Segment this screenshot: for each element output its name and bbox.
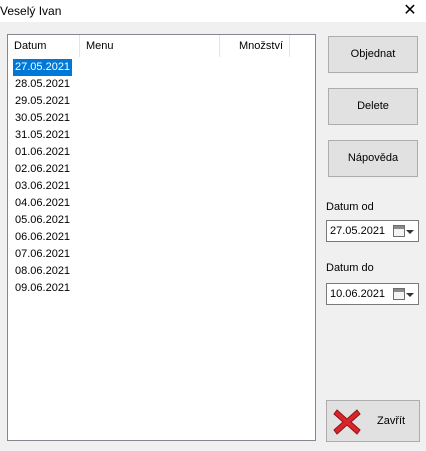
list-item-date: 08.06.2021 bbox=[15, 265, 71, 277]
chevron-down-icon[interactable] bbox=[406, 230, 414, 234]
close-app-label: Zavřít bbox=[377, 415, 406, 427]
calendar-icon[interactable] bbox=[393, 288, 405, 300]
list-item-date: 02.06.2021 bbox=[15, 163, 71, 175]
date-to-value: 10.06.2021 bbox=[330, 288, 386, 300]
help-button[interactable]: Nápověda bbox=[328, 140, 418, 177]
calendar-icon[interactable] bbox=[393, 225, 405, 237]
date-from-label: Datum od bbox=[326, 201, 374, 213]
date-from-value: 27.05.2021 bbox=[330, 225, 386, 237]
list-item-date: 31.05.2021 bbox=[15, 129, 71, 141]
red-x-icon bbox=[333, 409, 361, 435]
list-item[interactable]: 07.06.2021 bbox=[8, 246, 315, 263]
orders-listview[interactable]: Datum Menu Množství 27.05.2021 28.05.2021… bbox=[7, 34, 316, 441]
date-to-label: Datum do bbox=[326, 262, 374, 274]
list-item[interactable]: 08.06.2021 bbox=[8, 263, 315, 280]
client-area: Datum Menu Množství 27.05.2021 28.05.2021… bbox=[0, 22, 426, 451]
window-title: Veselý Ivan bbox=[0, 4, 62, 18]
date-from-picker[interactable]: 27.05.2021 bbox=[326, 220, 419, 242]
list-item[interactable]: 04.06.2021 bbox=[8, 195, 315, 212]
close-app-button[interactable]: Zavřít bbox=[326, 400, 420, 442]
list-item[interactable]: 29.05.2021 bbox=[8, 93, 315, 110]
list-item[interactable]: 28.05.2021 bbox=[8, 76, 315, 93]
title-bar: Veselý Ivan ✕ bbox=[0, 0, 426, 22]
delete-button[interactable]: Delete bbox=[328, 88, 418, 125]
window-close-button[interactable]: ✕ bbox=[394, 0, 426, 22]
list-item[interactable]: 02.06.2021 bbox=[8, 161, 315, 178]
list-item[interactable]: 03.06.2021 bbox=[8, 178, 315, 195]
list-item-date: 27.05.2021 bbox=[13, 59, 73, 76]
list-item-date: 28.05.2021 bbox=[15, 78, 71, 90]
list-header: Datum Menu Množství bbox=[8, 35, 315, 57]
column-header-datum[interactable]: Datum bbox=[8, 35, 80, 57]
list-item[interactable]: 06.06.2021 bbox=[8, 229, 315, 246]
column-header-menu[interactable]: Menu bbox=[80, 35, 220, 57]
list-item[interactable]: 09.06.2021 bbox=[8, 280, 315, 297]
list-item-date: 05.06.2021 bbox=[15, 214, 71, 226]
list-item-date: 04.06.2021 bbox=[15, 197, 71, 209]
list-item-date: 29.05.2021 bbox=[15, 95, 71, 107]
list-item[interactable]: 05.06.2021 bbox=[8, 212, 315, 229]
chevron-down-icon[interactable] bbox=[406, 293, 414, 297]
order-button[interactable]: Objednat bbox=[328, 36, 418, 73]
close-icon: ✕ bbox=[403, 2, 417, 19]
column-header-mnozstvi[interactable]: Množství bbox=[220, 35, 290, 57]
date-to-picker[interactable]: 10.06.2021 bbox=[326, 283, 419, 305]
list-item-date: 03.06.2021 bbox=[15, 180, 71, 192]
list-item[interactable]: 01.06.2021 bbox=[8, 144, 315, 161]
list-item[interactable]: 27.05.2021 bbox=[8, 59, 315, 76]
list-item-date: 30.05.2021 bbox=[15, 112, 71, 124]
list-item-date: 07.06.2021 bbox=[15, 248, 71, 260]
list-item-date: 01.06.2021 bbox=[15, 146, 71, 158]
list-item[interactable]: 31.05.2021 bbox=[8, 127, 315, 144]
list-item-date: 06.06.2021 bbox=[15, 231, 71, 243]
list-item[interactable]: 30.05.2021 bbox=[8, 110, 315, 127]
list-item-date: 09.06.2021 bbox=[15, 282, 71, 294]
